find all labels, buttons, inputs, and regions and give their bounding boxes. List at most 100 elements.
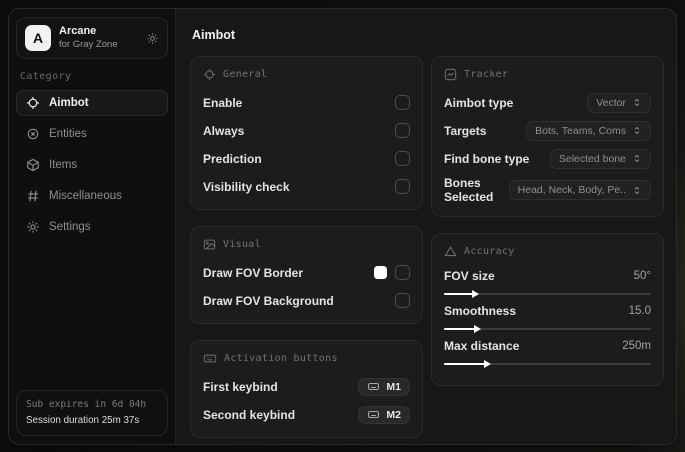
first-keybind-button[interactable]: M1 xyxy=(358,377,410,396)
slider-fill[interactable] xyxy=(444,290,479,298)
setting-label: Find bone type xyxy=(444,151,530,166)
setting-row-first-keybind: First keybind M1 xyxy=(203,376,410,397)
fov-size-slider[interactable] xyxy=(444,290,651,298)
card-title: Activation buttons xyxy=(224,353,338,364)
brand-title: Arcane xyxy=(59,25,97,38)
slider-value: 250m xyxy=(622,340,651,352)
sidebar-item-entities[interactable]: Entities xyxy=(16,121,168,147)
select-value: Selected bone xyxy=(558,152,626,165)
main-content: Aimbot General Enable Always Prediction … xyxy=(176,9,676,444)
enable-checkbox[interactable] xyxy=(395,95,410,110)
chevrons-up-down-icon xyxy=(632,125,642,136)
setting-label: Bones Selected xyxy=(444,176,494,204)
image-icon xyxy=(203,238,216,251)
tracker-card-header: Tracker xyxy=(444,68,651,81)
slider-group-max-distance: Max distance 250m xyxy=(444,339,651,368)
setting-label: Visibility check xyxy=(203,179,290,194)
setting-label: FOV size xyxy=(444,269,495,283)
slider-fill[interactable] xyxy=(444,360,492,368)
sidebar-item-settings[interactable]: Settings xyxy=(16,214,168,240)
setting-row-targets: Targets Bots, Teams, Coms xyxy=(444,120,651,141)
session-duration-text: Session duration 25m 37s xyxy=(26,414,140,426)
setting-row-draw-fov-background: Draw FOV Background xyxy=(203,290,410,311)
package-icon xyxy=(26,158,40,172)
sidebar-item-aimbot[interactable]: Aimbot xyxy=(16,90,168,116)
setting-label: Prediction xyxy=(203,151,262,166)
sidebar-item-label: Entities xyxy=(49,128,87,140)
slider-header: FOV size 50° xyxy=(444,269,651,283)
keyboard-icon xyxy=(367,381,380,392)
second-keybind-button[interactable]: M2 xyxy=(358,405,410,424)
find-bone-type-select[interactable]: Selected bone xyxy=(549,148,651,169)
slider-value: 15.0 xyxy=(628,305,651,317)
card-title: Accuracy xyxy=(464,246,515,257)
keyboard-icon xyxy=(367,409,380,420)
keybind-value: M1 xyxy=(386,380,401,393)
setting-label: Second keybind xyxy=(203,407,296,422)
tracker-card: Tracker Aimbot type Vector Targets Bots,… xyxy=(431,56,664,217)
draw-fov-border-checkbox[interactable] xyxy=(395,265,410,280)
setting-label: Targets xyxy=(444,123,487,138)
brand-subtitle: for Gray Zone xyxy=(59,38,118,50)
row-controls xyxy=(374,265,410,280)
setting-label: Max distance xyxy=(444,339,520,353)
setting-label: Aimbot type xyxy=(444,95,514,110)
sidebar-item-items[interactable]: Items xyxy=(16,152,168,178)
accuracy-card-header: Accuracy xyxy=(444,245,651,258)
sidebar: A Arcane for Gray Zone Category Aimbot E… xyxy=(9,9,176,444)
setting-label: Draw FOV Border xyxy=(203,265,304,280)
aimbot-type-select[interactable]: Vector xyxy=(587,92,651,113)
keyboard-icon xyxy=(203,352,217,365)
chevrons-up-down-icon xyxy=(632,97,642,108)
fov-border-color-swatch[interactable] xyxy=(374,266,387,279)
brand-text: Arcane for Gray Zone xyxy=(59,25,138,51)
setting-row-enable: Enable xyxy=(203,92,410,113)
select-value: Vector xyxy=(596,96,626,109)
visibility-check-checkbox[interactable] xyxy=(395,179,410,194)
left-column: General Enable Always Prediction Visibil… xyxy=(190,56,423,438)
card-title: Tracker xyxy=(464,69,509,80)
sidebar-item-miscellaneous[interactable]: Miscellaneous xyxy=(16,183,168,209)
prediction-checkbox[interactable] xyxy=(395,151,410,166)
slider-fill[interactable] xyxy=(444,325,482,333)
setting-row-aimbot-type: Aimbot type Vector xyxy=(444,92,651,113)
app-window: A Arcane for Gray Zone Category Aimbot E… xyxy=(8,8,677,445)
max-distance-slider[interactable] xyxy=(444,360,651,368)
sidebar-item-label: Items xyxy=(49,159,78,171)
brand-gear-icon[interactable] xyxy=(146,32,159,45)
select-value: Bots, Teams, Coms xyxy=(535,124,626,137)
page-title: Aimbot xyxy=(192,28,236,42)
setting-label: Enable xyxy=(203,95,243,110)
right-column: Tracker Aimbot type Vector Targets Bots,… xyxy=(431,56,664,386)
chevrons-up-down-icon xyxy=(632,153,642,164)
always-checkbox[interactable] xyxy=(395,123,410,138)
crosshair-icon xyxy=(203,68,216,81)
visual-card: Visual Draw FOV Border Draw FOV Backgrou… xyxy=(190,226,423,324)
bones-selected-select[interactable]: Head, Neck, Body, Pe.. xyxy=(508,180,651,200)
activation-buttons-card: Activation buttons First keybind M1 Seco… xyxy=(190,340,423,438)
slider-group-fov-size: FOV size 50° xyxy=(444,269,651,298)
card-columns: General Enable Always Prediction Visibil… xyxy=(190,56,664,438)
slider-header: Max distance 250m xyxy=(444,339,651,353)
slider-header: Smoothness 15.0 xyxy=(444,304,651,318)
visual-card-header: Visual xyxy=(203,238,410,251)
setting-row-always: Always xyxy=(203,120,410,141)
setting-row-draw-fov-border: Draw FOV Border xyxy=(203,262,410,283)
setting-row-second-keybind: Second keybind M2 xyxy=(203,404,410,425)
draw-fov-background-checkbox[interactable] xyxy=(395,293,410,308)
activation-card-header: Activation buttons xyxy=(203,352,410,365)
sidebar-item-label: Settings xyxy=(49,221,91,233)
smoothness-slider[interactable] xyxy=(444,325,651,333)
setting-row-bones-selected: Bones Selected Head, Neck, Body, Pe.. xyxy=(444,176,651,204)
slider-group-smoothness: Smoothness 15.0 xyxy=(444,304,651,333)
subscription-info: Sub expires in 6d 04h Session duration 2… xyxy=(16,390,168,436)
setting-label: Smoothness xyxy=(444,304,517,318)
gear-icon xyxy=(26,220,40,234)
chevrons-up-down-icon xyxy=(632,185,642,196)
general-card-header: General xyxy=(203,68,410,81)
sidebar-nav: Aimbot Entities Items Miscellaneous Sett… xyxy=(16,90,168,240)
setting-label: Always xyxy=(203,123,245,138)
setting-label: Draw FOV Background xyxy=(203,293,334,308)
targets-select[interactable]: Bots, Teams, Coms xyxy=(526,120,651,141)
card-title: Visual xyxy=(223,239,261,250)
